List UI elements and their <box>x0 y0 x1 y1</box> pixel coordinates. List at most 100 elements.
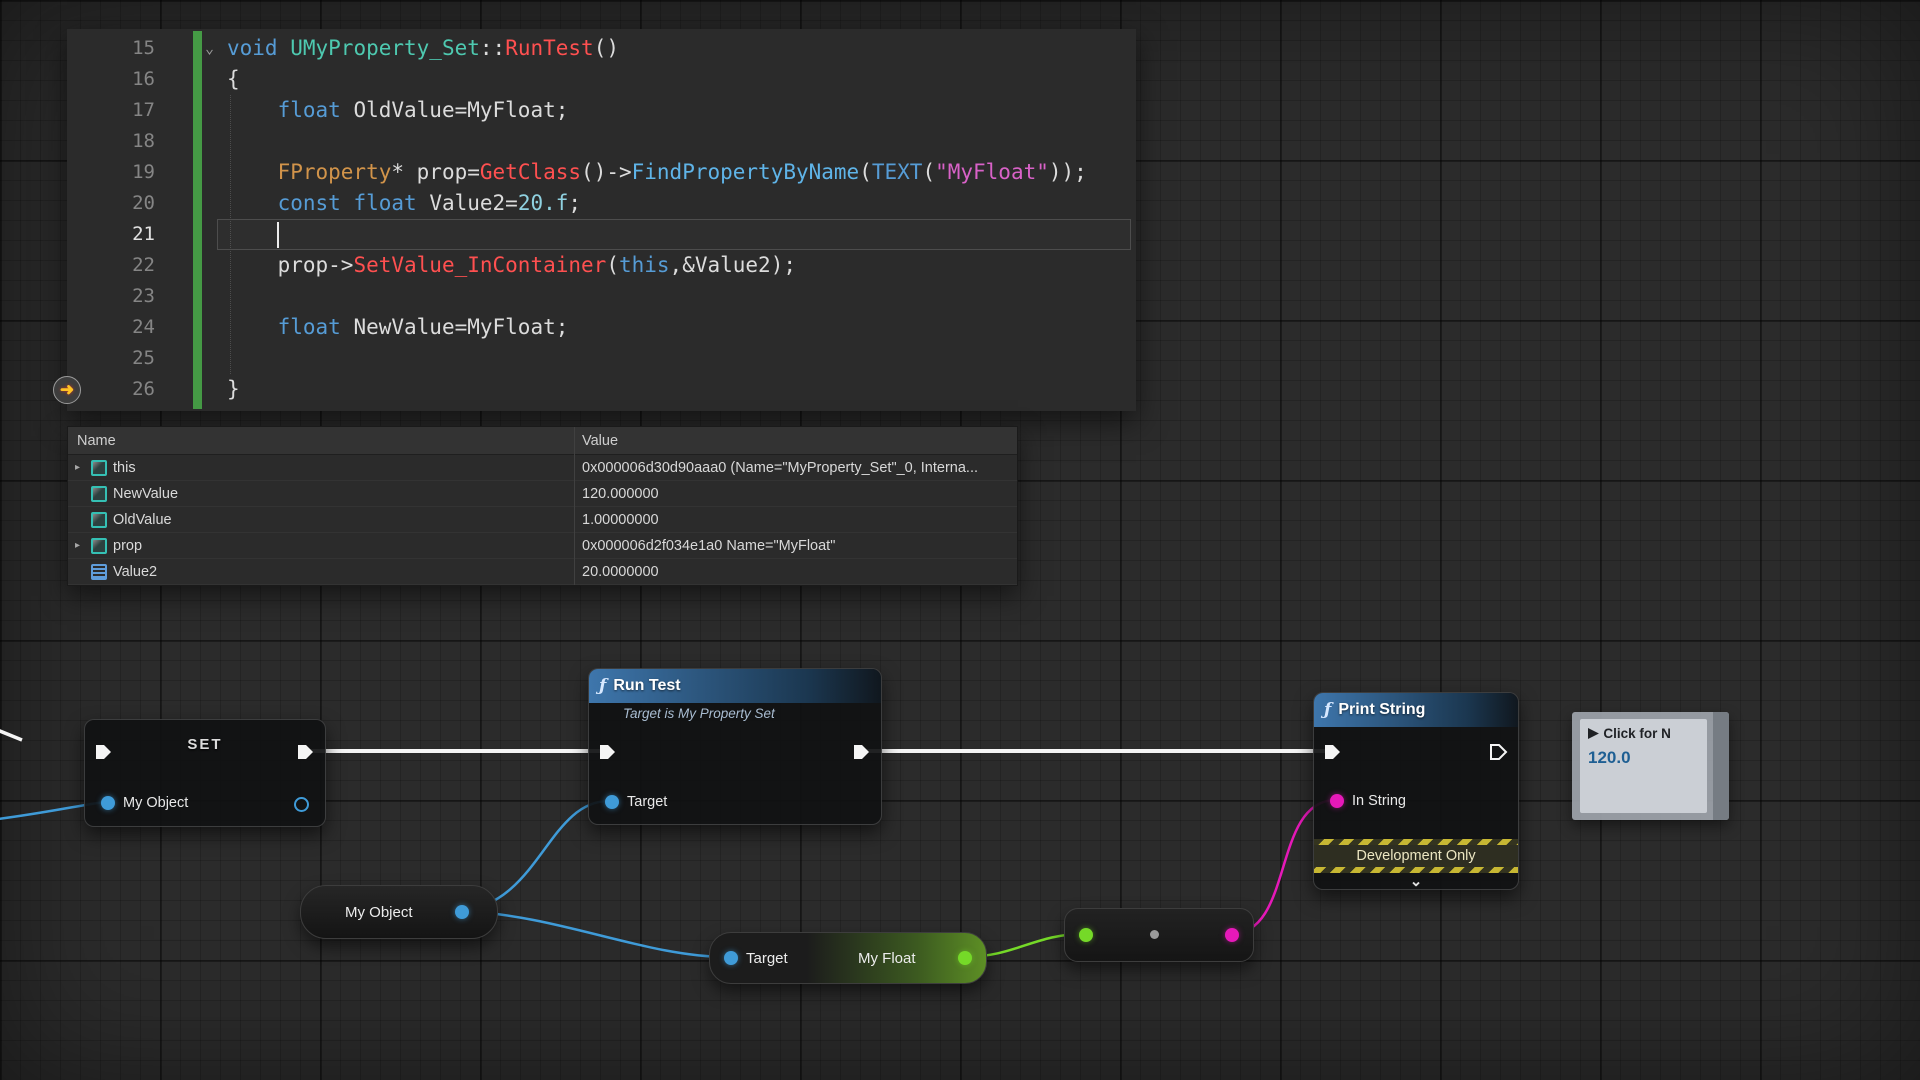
variable-cube-icon <box>91 538 113 554</box>
debug-watch-bubble[interactable]: ▶Click for N 120.0 <box>1572 712 1729 820</box>
debug-watch-panel[interactable]: Name Value ▸this0x000006d30d90aaa0 (Name… <box>67 426 1018 586</box>
watch-name: Value2 <box>113 564 157 580</box>
in-string-pin-label: In String <box>1352 793 1406 809</box>
object-out-pin[interactable] <box>455 905 469 919</box>
in-string-pin[interactable] <box>1330 794 1344 808</box>
wire-exec-stub <box>0 727 22 740</box>
code-token: NewValue=MyFloat; <box>341 315 569 339</box>
code-token: } <box>227 377 240 401</box>
target-label: Target <box>746 933 788 983</box>
column-divider[interactable] <box>574 427 575 585</box>
exec-out-pin[interactable] <box>853 744 871 760</box>
fold-chevron-icon[interactable]: ⌄ <box>205 33 214 64</box>
code-text: FProperty* prop=GetClass()->FindProperty… <box>227 157 1136 188</box>
code-text <box>227 281 1136 312</box>
target-pin[interactable] <box>605 795 619 809</box>
code-line[interactable]: 16{ <box>67 64 1136 95</box>
exec-out-pin[interactable] <box>1490 744 1508 760</box>
target-pin-label: Target <box>627 794 667 810</box>
code-token: ( <box>606 253 619 277</box>
code-line[interactable]: 17 float OldValue=MyFloat; <box>67 95 1136 126</box>
code-text <box>227 219 1136 250</box>
line-number: 23 <box>67 281 155 312</box>
object-out-pin[interactable] <box>294 797 309 812</box>
code-text <box>227 343 1136 374</box>
code-text: float NewValue=MyFloat; <box>227 312 1136 343</box>
column-header-name[interactable]: Name <box>68 433 116 449</box>
variable-cube-icon <box>91 512 113 528</box>
run-test-node[interactable]: ƒ Run Test Target is My Property Set Tar… <box>588 668 882 825</box>
get-myfloat-node[interactable]: Target My Float <box>709 932 987 984</box>
conversion-dot-icon <box>1150 930 1159 939</box>
code-text <box>227 126 1136 157</box>
code-line[interactable]: 20 const float Value2=20.f; <box>67 188 1136 219</box>
my-float-label: My Float <box>858 933 916 983</box>
code-token <box>341 191 354 215</box>
code-token <box>227 191 278 215</box>
code-line[interactable]: 19 FProperty* prop=GetClass()->FindPrope… <box>67 157 1136 188</box>
field-icon <box>91 564 113 580</box>
wire-object-pill-to-myfloat-target <box>461 911 728 957</box>
float-out-pin[interactable] <box>958 951 972 965</box>
code-token <box>227 98 278 122</box>
watch-name: NewValue <box>113 486 178 502</box>
code-editor-panel[interactable]: 15⌄void UMyProperty_Set::RunTest()16{17 … <box>67 29 1136 411</box>
float-to-string-conversion-node[interactable] <box>1064 908 1254 962</box>
code-token: "MyFloat" <box>935 160 1049 184</box>
object-in-pin[interactable] <box>101 796 115 810</box>
code-line[interactable]: 23 <box>67 281 1136 312</box>
collapse-chevron-icon[interactable]: ⌄ <box>1314 875 1518 889</box>
expand-arrow-icon[interactable]: ▸ <box>68 540 91 551</box>
development-only-label: Development Only <box>1314 845 1518 867</box>
code-token <box>278 36 291 60</box>
expand-arrow-icon[interactable]: ▸ <box>68 462 91 473</box>
print-string-node[interactable]: ƒ Print String In String Development Onl… <box>1313 692 1519 890</box>
code-line[interactable]: 22 prop->SetValue_InContainer(this,&Valu… <box>67 250 1136 281</box>
set-node[interactable]: SET My Object <box>84 719 326 827</box>
line-number: 25 <box>67 343 155 374</box>
watch-value: 20.0000000 <box>582 564 1009 580</box>
watch-name: OldValue <box>113 512 172 528</box>
code-token: Value2= <box>417 191 518 215</box>
exec-in-pin[interactable] <box>1324 744 1342 760</box>
code-token: SetValue_InContainer <box>353 253 606 277</box>
watch-row[interactable]: ▸prop0x000006d2f034e1a0 Name="MyFloat" <box>68 533 1017 559</box>
code-token: { <box>227 67 240 91</box>
code-token: RunTest <box>505 36 594 60</box>
code-token: 20.f <box>518 191 569 215</box>
code-line[interactable]: 24 float NewValue=MyFloat; <box>67 312 1136 343</box>
line-number: 22 <box>67 250 155 281</box>
watch-row[interactable]: NewValue120.000000 <box>68 481 1017 507</box>
target-pin[interactable] <box>724 951 738 965</box>
code-line[interactable]: 21 <box>67 219 1136 250</box>
my-object-getter-node[interactable]: My Object <box>300 885 498 939</box>
code-token: float <box>353 191 416 215</box>
code-line[interactable]: 15⌄void UMyProperty_Set::RunTest() <box>67 33 1136 64</box>
float-in-pin[interactable] <box>1079 928 1093 942</box>
line-number: 18 <box>67 126 155 157</box>
blueprint-graph-canvas[interactable]: SET My Object ƒ Run Test Target is My Pr… <box>0 0 1920 1080</box>
code-line[interactable]: 25 <box>67 343 1136 374</box>
function-icon: ƒ <box>1324 700 1331 720</box>
watch-name: prop <box>113 538 142 554</box>
code-token: )); <box>1049 160 1087 184</box>
play-icon: ▶ <box>1588 725 1598 741</box>
text-caret <box>277 222 279 248</box>
watch-row[interactable]: Value2 20.0000000 <box>68 559 1017 585</box>
code-text: const float Value2=20.f; <box>227 188 1136 219</box>
watch-row[interactable]: ▸this0x000006d30d90aaa0 (Name="MyPropert… <box>68 455 1017 481</box>
code-token: ()-> <box>581 160 632 184</box>
watch-row[interactable]: OldValue1.00000000 <box>68 507 1017 533</box>
code-token: TEXT <box>872 160 923 184</box>
code-token: this <box>619 253 670 277</box>
exec-in-pin[interactable] <box>95 744 113 760</box>
exec-in-pin[interactable] <box>599 744 617 760</box>
line-number: 24 <box>67 312 155 343</box>
column-header-value[interactable]: Value <box>582 433 618 449</box>
code-token: FProperty <box>278 160 392 184</box>
code-line[interactable]: 26} <box>67 374 1136 405</box>
exec-out-pin[interactable] <box>297 744 315 760</box>
code-token: () <box>594 36 619 60</box>
code-line[interactable]: 18 <box>67 126 1136 157</box>
string-out-pin[interactable] <box>1225 928 1239 942</box>
